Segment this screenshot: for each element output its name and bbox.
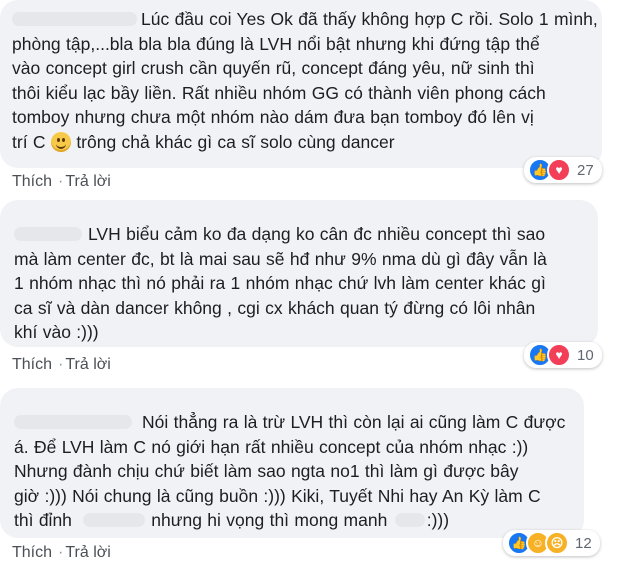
- reaction-count: 12: [575, 534, 592, 552]
- commenter-name[interactable]: [14, 227, 82, 241]
- reply-button[interactable]: Trả lời: [65, 173, 110, 190]
- comment-text: LVH biểu cảm ko đa dạng ko cân đc nhiều …: [14, 224, 547, 342]
- reaction-summary[interactable]: 👍 ☺ ☹ 12: [503, 530, 600, 556]
- reaction-summary[interactable]: 👍 ♥ 10: [524, 342, 602, 368]
- comment-bubble: Lúc đầu coi Yes Ok đã thấy không hợp C r…: [0, 0, 602, 168]
- mentioned-name[interactable]: [394, 513, 425, 527]
- reaction-count: 10: [577, 346, 594, 364]
- love-icon: ♥: [547, 158, 571, 182]
- love-icon: ♥: [547, 343, 571, 367]
- separator: ·: [58, 173, 64, 190]
- separator: ·: [58, 356, 64, 373]
- like-button[interactable]: Thích: [12, 544, 52, 561]
- comment-actions: Thích · Trả lời: [12, 544, 117, 562]
- mentioned-name[interactable]: [83, 513, 146, 527]
- reply-button[interactable]: Trả lời: [65, 544, 110, 561]
- comment-text: Nói thẳng ra là trừ LVH thì còn lại ai c…: [14, 412, 566, 530]
- like-button[interactable]: Thích: [12, 356, 52, 373]
- comment-actions: Thích · Trả lời: [12, 173, 117, 191]
- reaction-count: 27: [577, 161, 594, 179]
- comment-bubble: Nói thẳng ra là trừ LVH thì còn lại ai c…: [0, 388, 584, 538]
- separator: ·: [58, 544, 64, 561]
- comment-text: Lúc đầu coi Yes Ok đã thấy không hợp C r…: [12, 9, 598, 152]
- commenter-name[interactable]: [12, 12, 137, 26]
- reaction-summary[interactable]: 👍 ♥ 27: [524, 157, 602, 183]
- comment-bubble: LVH biểu cảm ko đa dạng ko cân đc nhiều …: [0, 200, 598, 347]
- comment-actions: Thích · Trả lời: [12, 356, 117, 374]
- commenter-name[interactable]: [14, 415, 132, 429]
- reply-button[interactable]: Trả lời: [65, 356, 110, 373]
- sad-icon: ☹: [545, 531, 569, 555]
- like-button[interactable]: Thích: [12, 173, 52, 190]
- smile-emoji-icon: [50, 131, 71, 152]
